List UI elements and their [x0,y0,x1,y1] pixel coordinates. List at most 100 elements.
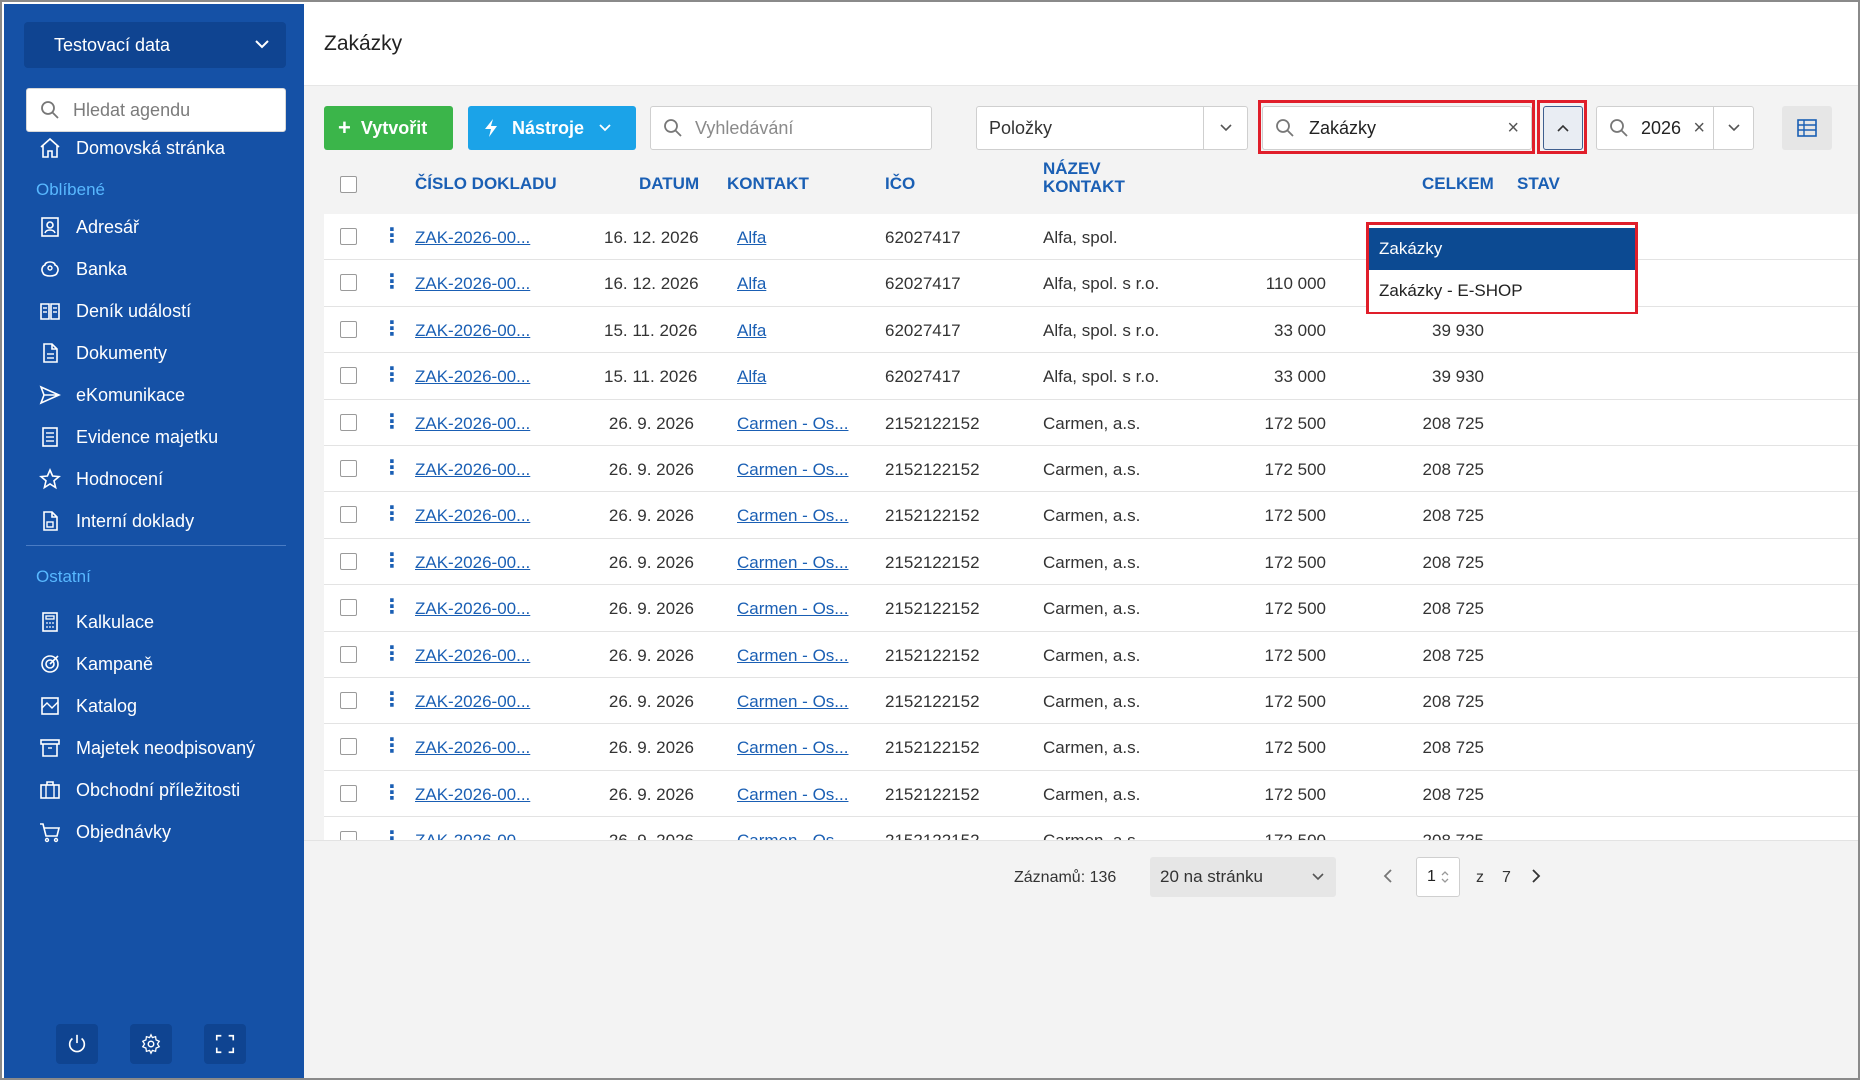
logout-button[interactable] [56,1024,98,1064]
row-checkbox[interactable] [340,320,357,338]
series-option-orders[interactable]: Zakázky [1369,228,1635,270]
row-menu-icon[interactable]: ⋮ [382,456,402,480]
column-date[interactable]: DATUM [639,174,699,194]
table-row[interactable]: ⋮ ZAK-2026-00... 26. 9. 2026 Carmen - Os...… [324,677,1858,725]
sidebar-item-journal[interactable]: Deník událostí [38,296,191,326]
table-row[interactable]: ⋮ ZAK-2026-00... 26. 9. 2026 Carmen - Os...… [324,445,1858,493]
clear-icon[interactable]: × [1693,117,1705,140]
row-menu-icon[interactable]: ⋮ [382,410,402,434]
search-input[interactable]: Vyhledávání [650,106,932,150]
items-select-toggle[interactable] [1203,107,1247,149]
document-number-link[interactable]: ZAK-2026-00... [415,692,530,712]
row-menu-icon[interactable]: ⋮ [382,781,402,805]
row-menu-icon[interactable]: ⋮ [382,688,402,712]
row-checkbox[interactable] [340,506,357,524]
table-row[interactable]: ⋮ ZAK-2026-00... 26. 9. 2026 Carmen - Os...… [324,399,1858,446]
row-checkbox[interactable] [340,274,357,292]
contact-link[interactable]: Carmen - Os... [737,414,848,434]
column-ico[interactable]: IČO [885,174,915,194]
contact-link[interactable]: Alfa [737,321,766,341]
column-status[interactable]: STAV [1517,174,1560,194]
row-checkbox[interactable] [340,645,357,663]
next-page-icon[interactable] [1528,867,1544,885]
column-total[interactable]: CELKEM [1422,174,1494,194]
row-menu-icon[interactable]: ⋮ [382,224,402,248]
table-row[interactable]: ⋮ ZAK-2026-00... 26. 9. 2026 Carmen - Os...… [324,770,1858,818]
document-number-link[interactable]: ZAK-2026-00... [415,506,530,526]
table-row[interactable]: ⋮ ZAK-2026-00... 26. 9. 2026 Carmen - Os...… [324,631,1858,678]
contact-link[interactable]: Carmen - Os... [737,553,848,573]
sidebar-item-internal[interactable]: Interní doklady [38,506,194,536]
document-number-link[interactable]: ZAK-2026-00... [415,599,530,619]
contact-link[interactable]: Carmen - Os... [737,692,848,712]
sidebar-item-bank[interactable]: Banka [38,254,127,284]
contact-link[interactable]: Carmen - Os... [737,460,848,480]
document-number-link[interactable]: ZAK-2026-00... [415,646,530,666]
sidebar-item-opportunities[interactable]: Obchodní příležitosti [38,775,240,805]
table-row[interactable]: ⋮ ZAK-2026-00... 15. 11. 2026 Alfa 62027417 A… [324,353,1858,400]
table-row[interactable]: ⋮ ZAK-2026-00... 26. 9. 2026 Carmen - Os...… [324,585,1858,632]
contact-link[interactable]: Carmen - Os... [737,785,848,805]
column-contact-name[interactable]: NÁZEV KONTAKT [1043,160,1125,196]
contact-link[interactable]: Alfa [737,274,766,294]
row-checkbox[interactable] [340,784,357,802]
row-menu-icon[interactable]: ⋮ [382,595,402,619]
document-number-link[interactable]: ZAK-2026-00... [415,367,530,387]
settings-button[interactable] [130,1024,172,1064]
tools-button[interactable]: Nástroje [468,106,636,150]
sidebar-item-assets[interactable]: Evidence majetku [38,422,218,452]
table-row[interactable]: ⋮ ZAK-2026-00... 26. 9. 2026 Carmen - Os...… [324,538,1858,586]
sidebar-item-catalog[interactable]: Katalog [38,691,137,721]
document-number-link[interactable]: ZAK-2026-00... [415,228,530,248]
document-number-link[interactable]: ZAK-2026-00... [415,738,530,758]
row-checkbox[interactable] [340,599,357,617]
sidebar-item-property[interactable]: Majetek neodpisovaný [38,733,255,763]
contact-link[interactable]: Carmen - Os... [737,506,848,526]
sidebar-item-home[interactable]: Domovská stránka [38,133,225,163]
row-menu-icon[interactable]: ⋮ [382,642,402,666]
row-checkbox[interactable] [340,691,357,709]
agenda-select[interactable]: Testovací data [24,22,286,68]
contact-link[interactable]: Carmen - Os... [737,646,848,666]
prev-page-icon[interactable] [1380,867,1396,885]
items-select[interactable]: Položky [976,106,1248,150]
row-checkbox[interactable] [340,367,357,385]
row-checkbox[interactable] [340,413,357,431]
column-settings-button[interactable] [1782,106,1832,150]
sidebar-item-campaign[interactable]: Kampaně [38,649,153,679]
series-option-eshop[interactable]: Zakázky - E-SHOP [1369,270,1635,312]
row-menu-icon[interactable]: ⋮ [382,734,402,758]
create-button[interactable]: + Vytvořit [324,106,453,150]
column-number[interactable]: ČÍSLO DOKLADU [415,174,557,194]
sidebar-item-rating[interactable]: Hodnocení [38,464,163,494]
document-number-link[interactable]: ZAK-2026-00... [415,274,530,294]
row-menu-icon[interactable]: ⋮ [382,317,402,341]
row-menu-icon[interactable]: ⋮ [382,549,402,573]
table-row[interactable]: ⋮ ZAK-2026-00... 26. 9. 2026 Carmen - Os...… [324,492,1858,539]
row-checkbox[interactable] [340,459,357,477]
select-all-checkbox[interactable] [340,176,357,193]
document-number-link[interactable]: ZAK-2026-00... [415,553,530,573]
column-contact[interactable]: KONTAKT [727,174,809,194]
sidebar-item-orders[interactable]: Objednávky [38,817,171,847]
sidebar-item-documents[interactable]: Dokumenty [38,338,167,368]
row-menu-icon[interactable]: ⋮ [382,270,402,294]
document-number-link[interactable]: ZAK-2026-00... [415,460,530,480]
row-checkbox[interactable] [340,552,357,570]
agenda-search-input[interactable]: Hledat agendu [26,88,286,132]
contact-link[interactable]: Carmen - Os... [737,599,848,619]
sidebar-item-ecommunication[interactable]: eKomunikace [38,380,185,410]
document-number-link[interactable]: ZAK-2026-00... [415,414,530,434]
fullscreen-button[interactable] [204,1024,246,1064]
page-number-input[interactable]: 1 [1416,857,1460,897]
table-row[interactable]: ⋮ ZAK-2026-00... 26. 9. 2026 Carmen - Os...… [324,724,1858,771]
row-checkbox[interactable] [340,738,357,756]
contact-link[interactable]: Alfa [737,367,766,387]
contact-link[interactable]: Carmen - Os... [737,738,848,758]
document-number-link[interactable]: ZAK-2026-00... [415,785,530,805]
per-page-select[interactable]: 20 na stránku [1150,857,1336,897]
contact-link[interactable]: Alfa [737,228,766,248]
year-select-toggle[interactable] [1713,107,1753,149]
row-menu-icon[interactable]: ⋮ [382,502,402,526]
year-select[interactable]: 2026 × [1596,106,1754,150]
